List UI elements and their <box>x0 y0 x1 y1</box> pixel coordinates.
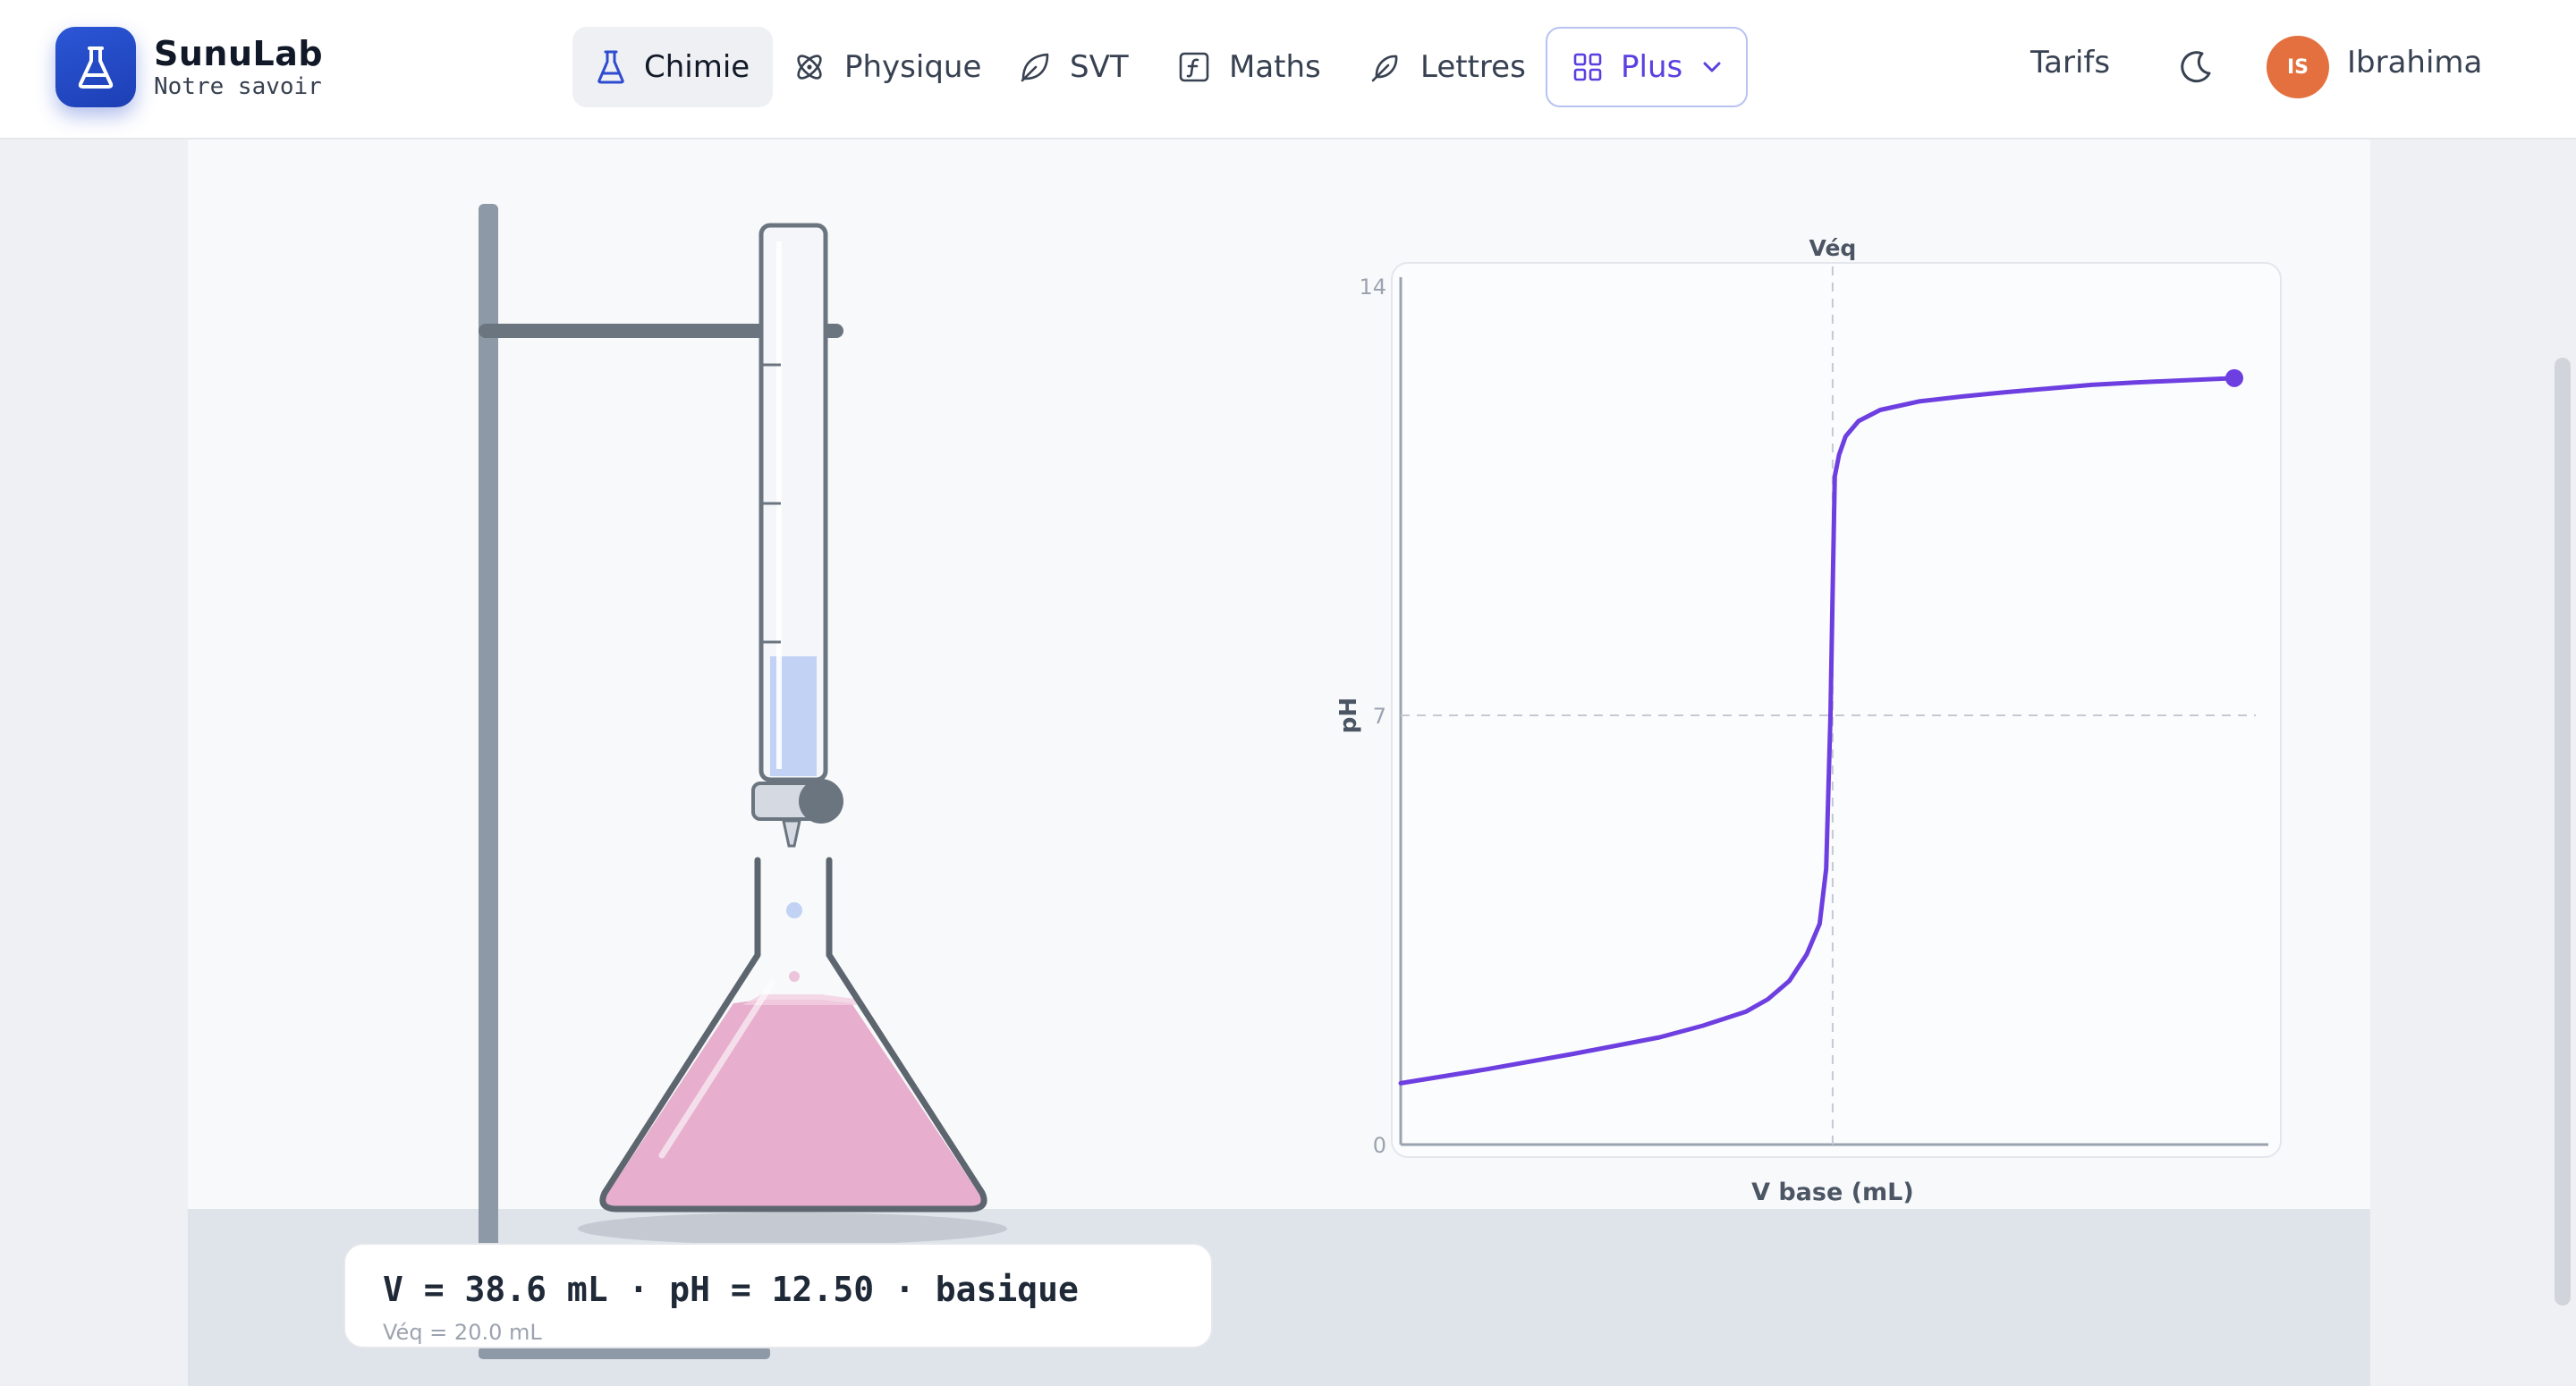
user-name[interactable]: Ibrahima <box>2347 45 2482 80</box>
y-tick-label: 14 <box>1359 275 1386 300</box>
grid-icon <box>1573 53 1602 81</box>
avatar[interactable]: IS <box>2267 36 2329 98</box>
y-tick-label: 7 <box>1373 704 1386 729</box>
tarifs-link[interactable]: Tarifs <box>2030 45 2110 80</box>
titration-apparatus <box>479 204 1007 1359</box>
burette[interactable] <box>758 223 828 782</box>
status-card: V = 38.6 mL · pH = 12.50 · basique Véq =… <box>343 1243 1213 1348</box>
nav-item-label: Lettres <box>1420 49 1526 85</box>
drop <box>789 971 800 982</box>
y-axis-label: pH <box>1335 697 1362 733</box>
more-menu-button[interactable]: Plus <box>1546 27 1748 107</box>
stand-pole <box>479 204 498 1348</box>
stopcock-valve[interactable] <box>751 779 843 848</box>
equivalence-volume-label: Véq = 20.0 mL <box>383 1320 542 1345</box>
stand-base <box>479 1347 770 1359</box>
y-tick-label: 0 <box>1373 1133 1386 1158</box>
status-readout: V = 38.6 mL · pH = 12.50 · basique <box>383 1270 1079 1309</box>
chevron-down-icon <box>1703 62 1721 72</box>
equivalence-label: Véq <box>1809 235 1856 261</box>
current-point-marker <box>2225 368 2243 387</box>
chart-area <box>1391 262 2282 1158</box>
more-menu-label: Plus <box>1621 49 1683 85</box>
x-axis-label: V base (mL) <box>1751 1179 1914 1206</box>
drop <box>786 902 802 918</box>
theme-toggle-button[interactable] <box>2175 46 2216 91</box>
nav-item-lettres[interactable]: Lettres <box>1368 27 1526 107</box>
feather-icon <box>1371 55 1398 82</box>
flask-shadow <box>578 1213 1007 1245</box>
moon-icon <box>2181 51 2211 83</box>
titration-curve-chart: Véq 0 7 14 pH V base (mL) <box>1335 235 2282 1206</box>
scrollbar[interactable] <box>2555 358 2571 1306</box>
